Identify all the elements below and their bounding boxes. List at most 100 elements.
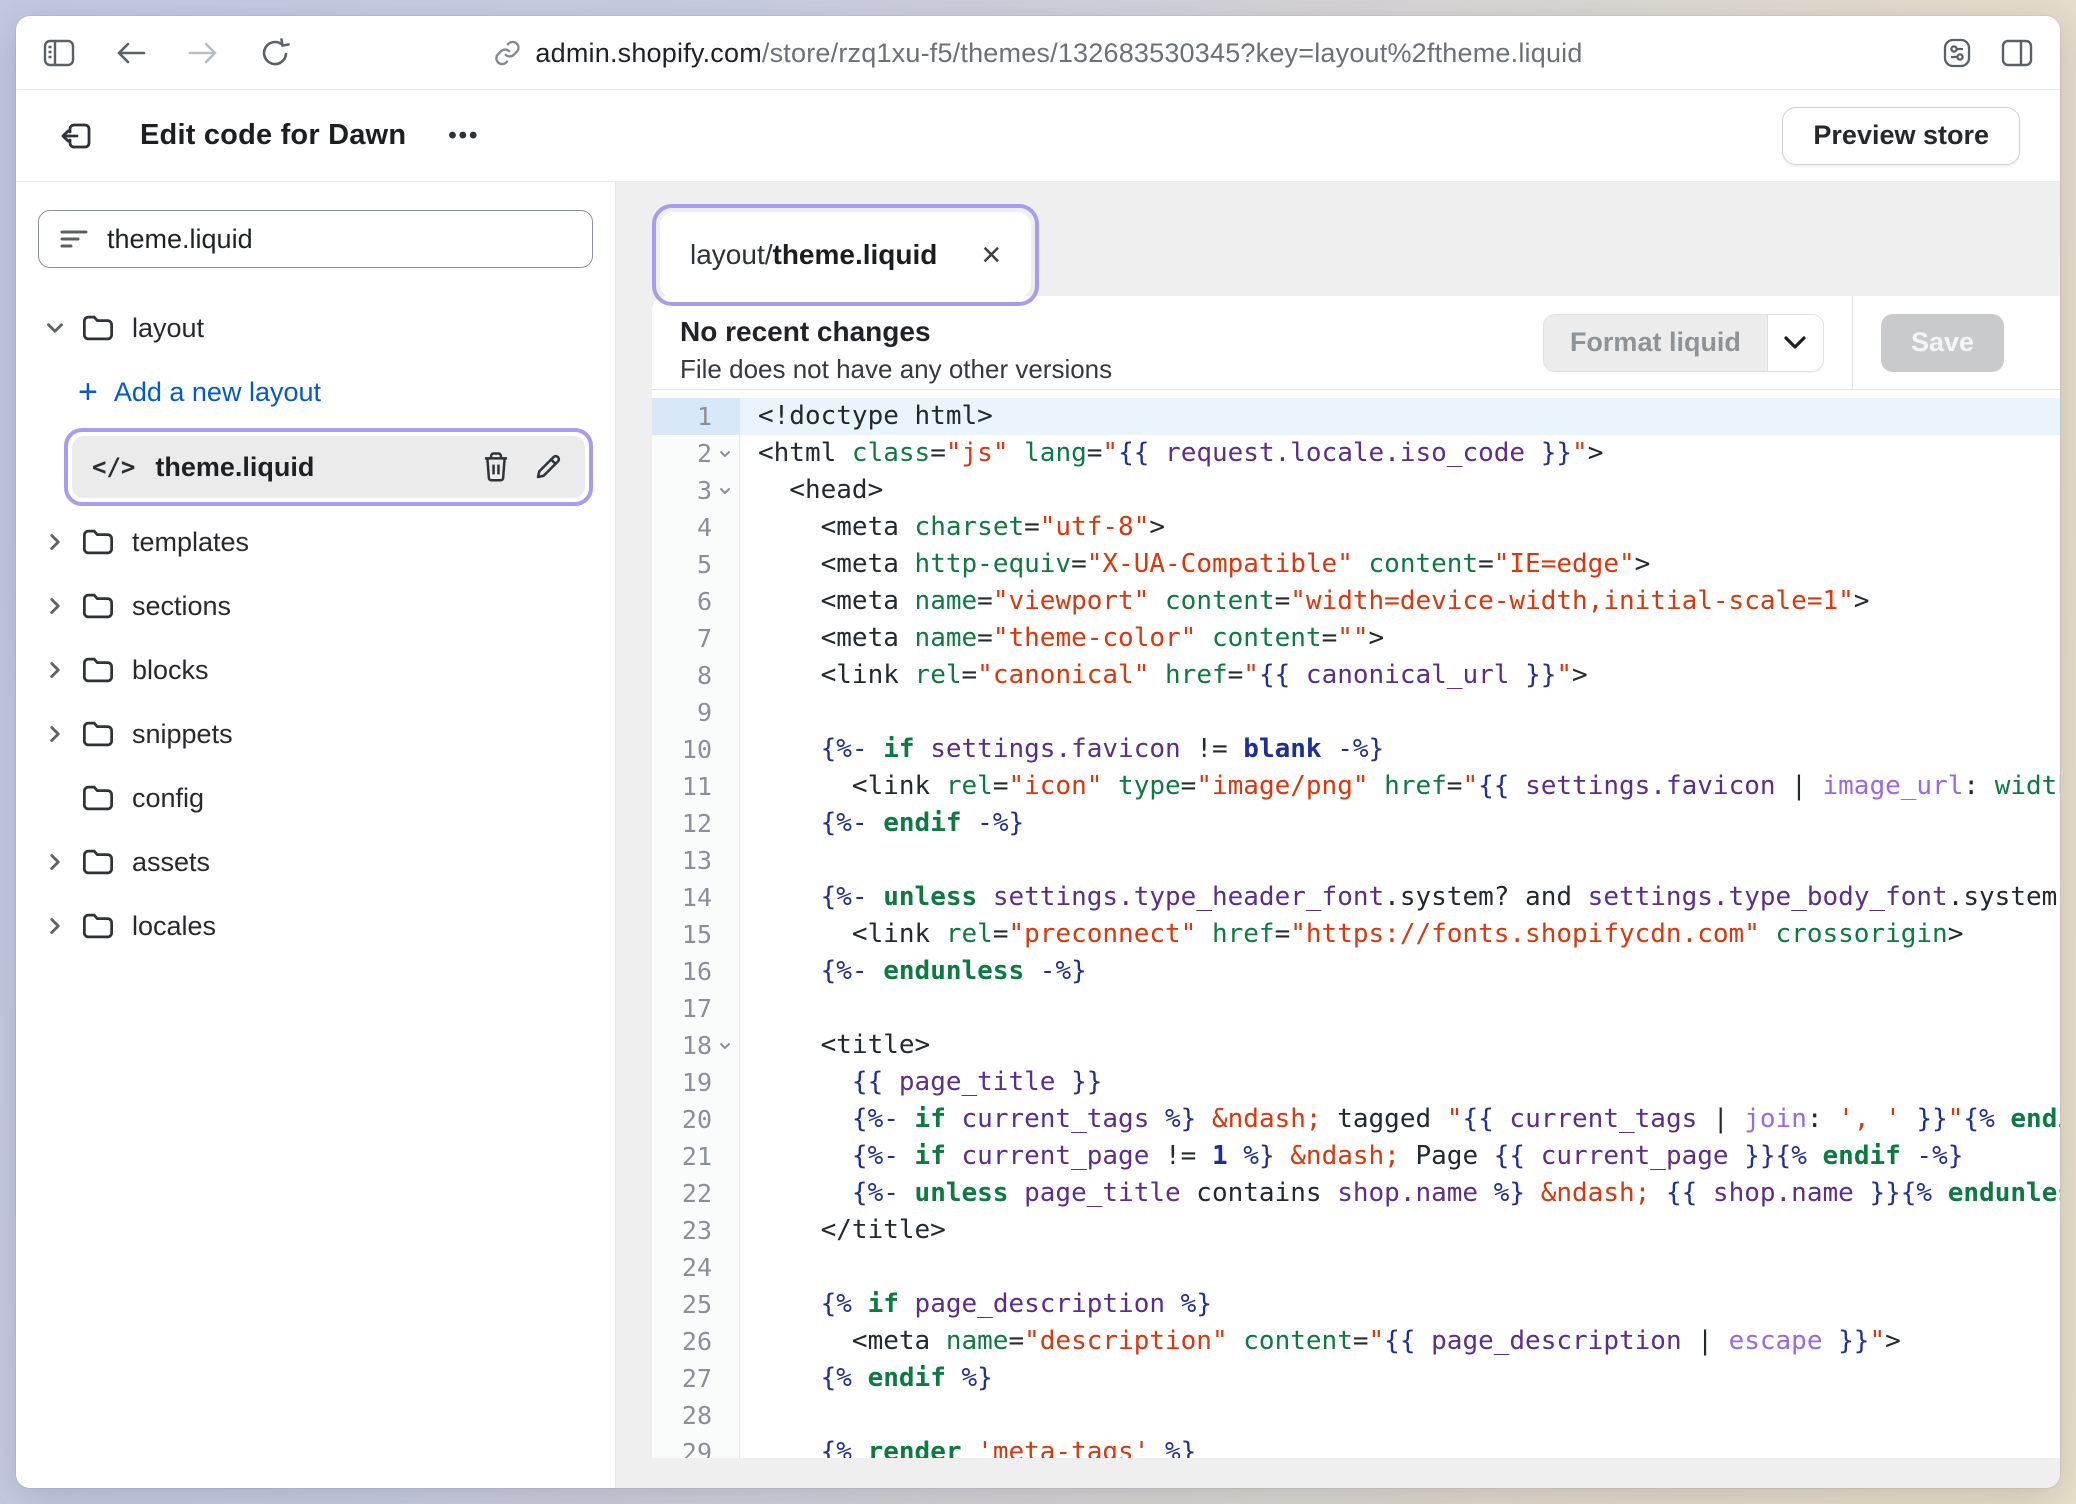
code-line-20[interactable]: 20 {%- if current_tags %} &ndash; tagged… <box>652 1101 2060 1138</box>
add-layout-label: Add a new layout <box>114 377 321 408</box>
code-line-12[interactable]: 12 {%- endif -%} <box>652 805 2060 842</box>
line-gutter: 8 <box>652 657 740 694</box>
line-gutter: 26 <box>652 1323 740 1360</box>
forward-icon[interactable] <box>186 36 220 70</box>
exit-editor-icon[interactable] <box>56 114 100 158</box>
line-gutter: 23 <box>652 1212 740 1249</box>
fold-placeholder <box>715 666 735 686</box>
line-number: 29 <box>682 1438 712 1458</box>
code-line-2[interactable]: 2<html class="js" lang="{{ request.local… <box>652 435 2060 472</box>
fold-placeholder <box>715 555 735 575</box>
fold-placeholder <box>715 1369 735 1389</box>
code-line-7[interactable]: 7 <meta name="theme-color" content=""> <box>652 620 2060 657</box>
sidebar-toggle-icon[interactable] <box>42 36 76 70</box>
format-liquid-button[interactable]: Format liquid <box>1544 315 1767 371</box>
chevron-right-icon[interactable] <box>38 913 72 939</box>
sidebar-item-theme-liquid[interactable]: </>theme.liquid <box>72 436 585 498</box>
chevron-down-icon[interactable] <box>38 315 72 341</box>
code-line-14[interactable]: 14 {%- unless settings.type_header_font.… <box>652 879 2060 916</box>
code-line-26[interactable]: 26 <meta name="description" content="{{ … <box>652 1323 2060 1360</box>
code-line-25[interactable]: 25 {% if page_description %} <box>652 1286 2060 1323</box>
line-gutter: 5 <box>652 546 740 583</box>
code-line-11[interactable]: 11 <link rel="icon" type="image/png" hre… <box>652 768 2060 805</box>
fold-placeholder <box>715 1443 735 1459</box>
sidebar-item-locales[interactable]: locales <box>38 894 593 958</box>
code-text: <head> <box>740 472 2060 509</box>
add-new-layout-button[interactable]: + Add a new layout <box>38 360 593 424</box>
fold-placeholder <box>715 1184 735 1204</box>
sidebar-item-layout[interactable]: layout <box>38 296 593 360</box>
code-line-28[interactable]: 28 <box>652 1397 2060 1434</box>
code-line-29[interactable]: 29 {% render 'meta-tags' %} <box>652 1434 2060 1458</box>
chevron-right-icon[interactable] <box>38 593 72 619</box>
close-tab-icon[interactable]: × <box>981 238 1001 272</box>
plus-icon: + <box>78 375 98 409</box>
code-line-13[interactable]: 13 <box>652 842 2060 879</box>
file-search[interactable] <box>38 210 593 268</box>
chevron-right-icon[interactable] <box>38 529 72 555</box>
line-number: 11 <box>682 772 712 801</box>
line-number: 9 <box>697 698 712 727</box>
filter-icon <box>59 227 89 251</box>
code-line-22[interactable]: 22 {%- unless page_title contains shop.n… <box>652 1175 2060 1212</box>
chevron-right-icon[interactable] <box>38 721 72 747</box>
overflow-menu[interactable]: ••• <box>448 122 479 150</box>
code-line-9[interactable]: 9 <box>652 694 2060 731</box>
file-tree: layout + Add a new layout </>theme.liquid te… <box>16 296 615 958</box>
line-gutter: 3 <box>652 472 740 509</box>
line-number: 16 <box>682 957 712 986</box>
fold-chevron-icon[interactable] <box>715 1036 735 1056</box>
folder-icon <box>76 783 120 813</box>
search-input[interactable] <box>107 224 572 255</box>
active-tab-highlight-ring: layout/theme.liquid × <box>652 204 1039 306</box>
fold-chevron-icon[interactable] <box>715 444 735 464</box>
code-line-24[interactable]: 24 <box>652 1249 2060 1286</box>
editor-header: No recent changes File does not have any… <box>652 296 2060 390</box>
pencil-icon[interactable] <box>531 450 565 484</box>
sidebar-item-blocks[interactable]: blocks <box>38 638 593 702</box>
code-line-8[interactable]: 8 <link rel="canonical" href="{{ canonic… <box>652 657 2060 694</box>
fold-chevron-icon[interactable] <box>715 481 735 501</box>
code-line-15[interactable]: 15 <link rel="preconnect" href="https://… <box>652 916 2060 953</box>
trash-icon[interactable] <box>479 450 513 484</box>
code-line-16[interactable]: 16 {%- endunless -%} <box>652 953 2060 990</box>
reload-icon[interactable] <box>258 36 292 70</box>
code-line-17[interactable]: 17 <box>652 990 2060 1027</box>
chevron-right-icon[interactable] <box>38 657 72 683</box>
code-line-21[interactable]: 21 {%- if current_page != 1 %} &ndash; P… <box>652 1138 2060 1175</box>
code-line-6[interactable]: 6 <meta name="viewport" content="width=d… <box>652 583 2060 620</box>
folder-icon <box>76 655 120 685</box>
code-line-10[interactable]: 10 {%- if settings.favicon != blank -%} <box>652 731 2060 768</box>
code-line-19[interactable]: 19 {{ page_title }} <box>652 1064 2060 1101</box>
code-text: <link rel="preconnect" href="https://fon… <box>740 916 2060 953</box>
sidebar-item-assets[interactable]: assets <box>38 830 593 894</box>
line-number: 10 <box>682 735 712 764</box>
code-line-5[interactable]: 5 <meta http-equiv="X-UA-Compatible" con… <box>652 546 2060 583</box>
code-line-27[interactable]: 27 {% endif %} <box>652 1360 2060 1397</box>
preview-store-button[interactable]: Preview store <box>1782 107 2020 165</box>
folder-label: assets <box>132 847 210 878</box>
chevron-right-icon[interactable] <box>38 849 72 875</box>
format-options-dropdown[interactable] <box>1767 315 1823 371</box>
code-line-23[interactable]: 23 </title> <box>652 1212 2060 1249</box>
fold-placeholder <box>715 999 735 1019</box>
code-line-3[interactable]: 3 <head> <box>652 472 2060 509</box>
address-bar[interactable]: admin.shopify.com/store/rzq1xu-f5/themes… <box>493 16 1582 90</box>
code-text <box>740 694 2060 731</box>
code-editor[interactable]: 1<!doctype html>2<html class="js" lang="… <box>652 390 2060 1458</box>
back-icon[interactable] <box>114 36 148 70</box>
extensions-icon[interactable] <box>1940 36 1974 70</box>
code-line-4[interactable]: 4 <meta charset="utf-8"> <box>652 509 2060 546</box>
line-gutter: 22 <box>652 1175 740 1212</box>
tab-layout-theme-liquid[interactable]: layout/theme.liquid × <box>660 212 1031 298</box>
sidebar-item-templates[interactable]: templates <box>38 510 593 574</box>
sidebar-item-snippets[interactable]: snippets <box>38 702 593 766</box>
panel-right-icon[interactable] <box>2000 36 2034 70</box>
code-line-18[interactable]: 18 <title> <box>652 1027 2060 1064</box>
sidebar-item-config[interactable]: config <box>38 766 593 830</box>
line-gutter: 14 <box>652 879 740 916</box>
file-sidebar: layout + Add a new layout </>theme.liquid te… <box>16 182 616 1488</box>
code-line-1[interactable]: 1<!doctype html> <box>652 398 2060 435</box>
save-button[interactable]: Save <box>1881 314 2004 372</box>
sidebar-item-sections[interactable]: sections <box>38 574 593 638</box>
